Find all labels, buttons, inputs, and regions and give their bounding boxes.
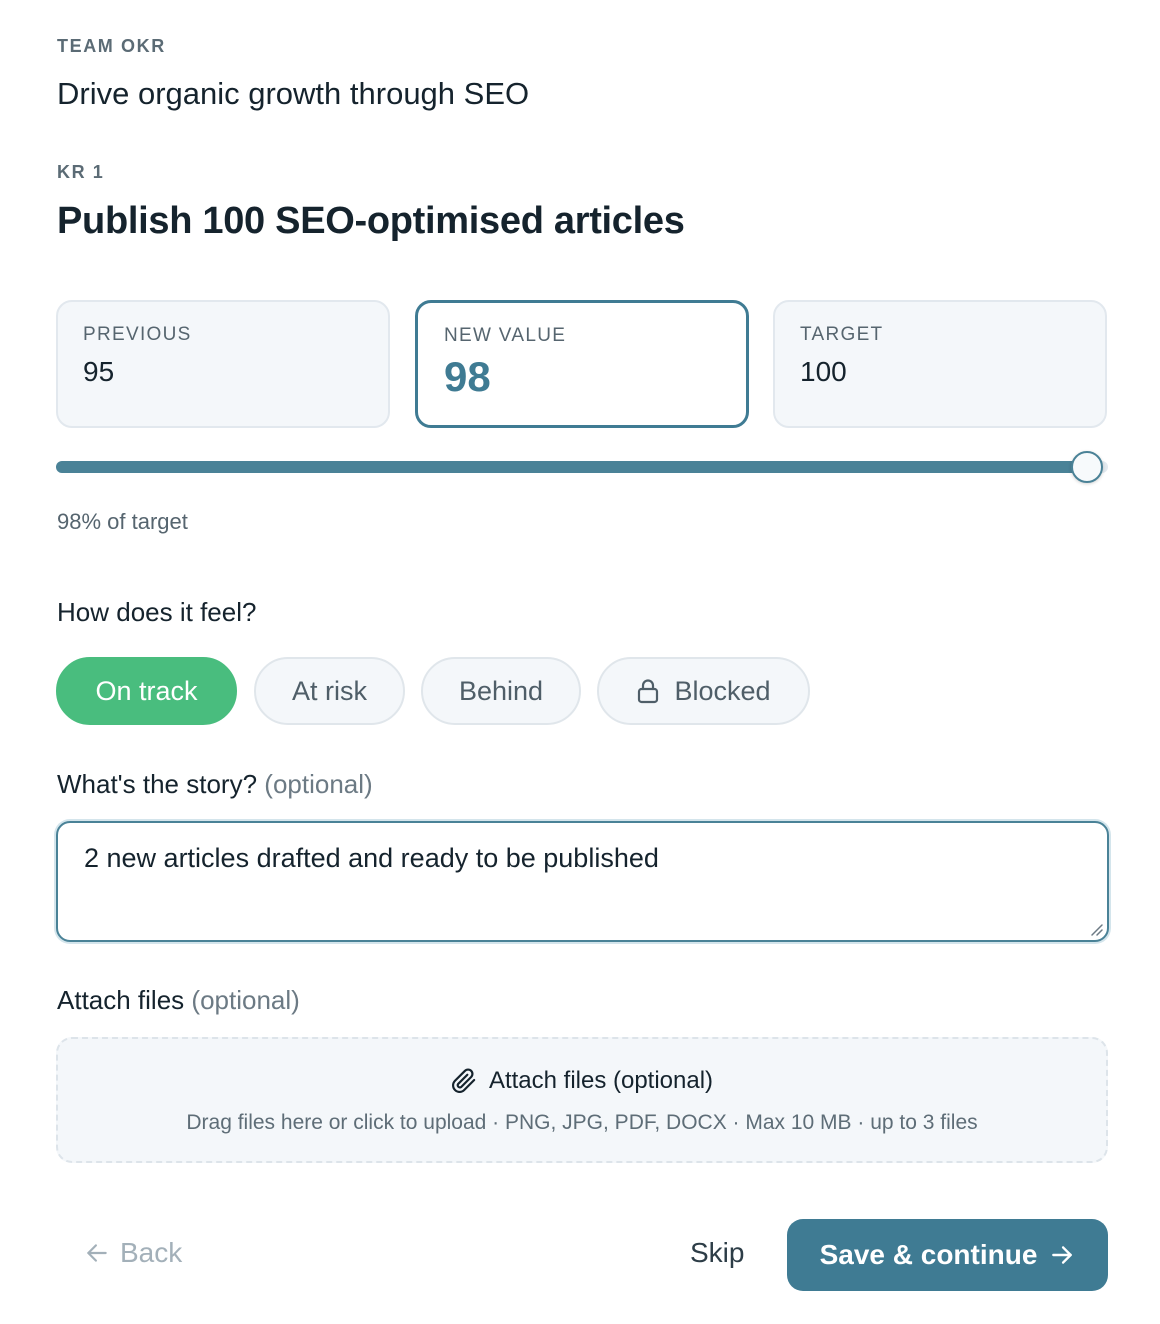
- status-pill-label: Blocked: [674, 675, 771, 706]
- status-pill-label: Behind: [458, 675, 544, 706]
- target-label: TARGET: [800, 324, 884, 345]
- status-pill-at-risk[interactable]: At risk: [254, 657, 405, 725]
- back-button-label: Back: [120, 1237, 183, 1268]
- arrow-left-icon: [87, 1244, 107, 1262]
- objective-title: Drive organic growth through SEO: [57, 76, 530, 111]
- dropzone-title-text: Attach files (optional): [488, 1067, 714, 1094]
- status-pill-behind[interactable]: Behind: [421, 657, 581, 725]
- new-value-input[interactable]: 98: [444, 353, 746, 401]
- attach-label-text: Attach files: [57, 985, 185, 1015]
- previous-card: PREVIOUS 95: [56, 300, 390, 428]
- arrow-right-icon: [1052, 1246, 1073, 1264]
- team-eyebrow: TEAM OKR: [57, 36, 166, 56]
- progress-slider-fill: [56, 461, 1087, 473]
- story-label-text: What's the story?: [57, 769, 258, 799]
- attach-optional-hint: (optional): [191, 985, 300, 1015]
- paperclip-icon: [452, 1068, 476, 1093]
- story-label: What's the story? (optional): [57, 769, 373, 800]
- progress-percent-text: 98% of target: [57, 509, 188, 534]
- dropzone-title: Attach files (optional): [58, 1067, 1106, 1095]
- save-continue-button[interactable]: Save & continue: [787, 1219, 1108, 1291]
- new-value-label: NEW VALUE: [444, 325, 567, 346]
- story-optional-hint: (optional): [264, 769, 373, 799]
- progress-slider-thumb[interactable]: [1070, 451, 1103, 483]
- skip-button[interactable]: Skip: [690, 1237, 744, 1269]
- save-button-label: Save & continue: [819, 1239, 1038, 1270]
- dropzone-hint: Drag files here or click to upload · PNG…: [186, 1111, 978, 1134]
- previous-label: PREVIOUS: [83, 324, 192, 345]
- kr-title: Publish 100 SEO-optimised articles: [57, 200, 685, 242]
- back-button[interactable]: Back: [84, 1237, 182, 1269]
- status-pill-blocked[interactable]: Blocked: [597, 657, 810, 725]
- attach-label: Attach files (optional): [57, 985, 300, 1016]
- lock-icon: [638, 679, 659, 704]
- target-card: TARGET 100: [773, 300, 1107, 428]
- status-pill-label: At risk: [291, 675, 367, 706]
- status-pill-on-track[interactable]: On track: [56, 657, 237, 725]
- feel-label: How does it feel?: [57, 597, 257, 627]
- file-dropzone[interactable]: Attach files (optional) Drag files here …: [56, 1037, 1108, 1163]
- progress-slider[interactable]: [56, 451, 1108, 483]
- new-value-card[interactable]: NEW VALUE 98: [415, 300, 749, 428]
- target-value: 100: [800, 356, 847, 387]
- kr-eyebrow: KR 1: [57, 162, 105, 182]
- status-pill-label: On track: [95, 675, 198, 706]
- story-textarea[interactable]: [56, 821, 1109, 942]
- previous-value: 95: [83, 356, 115, 387]
- resize-grip-icon[interactable]: [1088, 921, 1104, 937]
